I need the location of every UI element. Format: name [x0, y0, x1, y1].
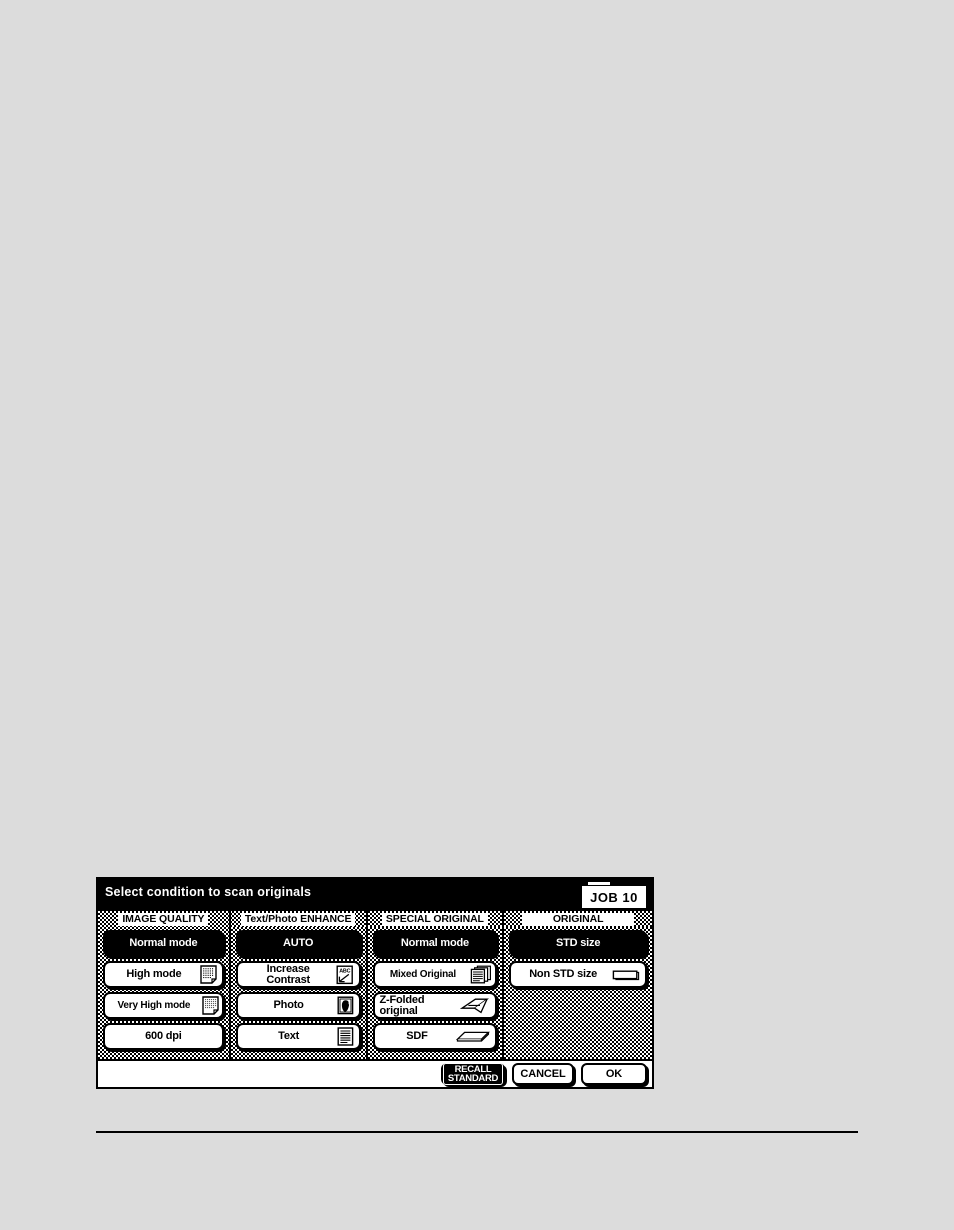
button-text[interactable]: Text [235, 1023, 361, 1050]
rectangle-outline-icon [612, 968, 640, 982]
button-non-std-size[interactable]: Non STD size [509, 961, 647, 988]
ok-button[interactable]: OK [581, 1063, 647, 1085]
increase-contrast-label: Increase Contrast [266, 962, 310, 986]
lined-text-document-icon [337, 1027, 354, 1046]
column-header-image-quality: IMAGE QUALITY [98, 911, 229, 927]
svg-text:ABC: ABC [339, 968, 350, 974]
stacked-documents-icon [470, 965, 492, 984]
single-sheet-icon [456, 1030, 491, 1044]
scan-condition-panel: Select condition to scan originals JOB 1… [96, 877, 654, 1089]
column-header-text-photo-enhance: Text/Photo ENHANCE [231, 911, 366, 927]
button-auto[interactable]: AUTO [235, 930, 361, 957]
column-special-original: Normal mode Mixed Original Z-Folded orig… [368, 927, 503, 1059]
button-std-size[interactable]: STD size [509, 930, 647, 957]
button-normal-mode-image-quality[interactable]: Normal mode [103, 930, 224, 957]
recall-standard-button[interactable]: RECALL STANDARD [441, 1063, 505, 1085]
button-600-dpi[interactable]: 600 dpi [103, 1023, 224, 1050]
column-headers: IMAGE QUALITY Text/Photo ENHANCE SPECIAL… [98, 911, 652, 927]
abc-contrast-document-icon: ABC [336, 965, 354, 985]
photo-portrait-icon [337, 996, 354, 1015]
button-increase-contrast[interactable]: Increase Contrast ABC [235, 961, 361, 988]
column-original: STD size Non STD size [504, 927, 652, 1059]
page-horizontal-rule [96, 1131, 858, 1133]
job-tab-notch [588, 882, 610, 885]
button-sdf[interactable]: SDF [372, 1023, 498, 1050]
option-columns: Normal mode High mode Very High mode 600… [98, 927, 652, 1059]
panel-titlebar: Select condition to scan originals JOB 1… [98, 879, 652, 911]
cancel-button[interactable]: CANCEL [512, 1063, 574, 1085]
job-indicator: JOB 10 [582, 882, 646, 908]
button-normal-mode-special-original[interactable]: Normal mode [372, 930, 498, 957]
panel-footer: RECALL STANDARD CANCEL OK [98, 1059, 652, 1087]
panel-body: IMAGE QUALITY Text/Photo ENHANCE SPECIAL… [98, 911, 652, 1059]
button-photo[interactable]: Photo [235, 992, 361, 1019]
job-number-label: JOB 10 [582, 886, 646, 908]
halftone-document-icon [202, 996, 219, 1015]
z-folded-label: Z-Folded original [379, 993, 425, 1017]
column-image-quality: Normal mode High mode Very High mode 600… [98, 927, 229, 1059]
halftone-document-icon [200, 965, 217, 984]
button-very-high-mode[interactable]: Very High mode [103, 992, 224, 1019]
button-high-mode[interactable]: High mode [103, 961, 224, 988]
column-text-photo-enhance: AUTO Increase Contrast ABC Photo Text [231, 927, 366, 1059]
recall-standard-label: RECALL STANDARD [443, 1063, 503, 1085]
button-z-folded-original[interactable]: Z-Folded original [372, 992, 498, 1019]
column-header-original: ORIGINAL [504, 911, 652, 927]
z-folded-paper-icon [460, 997, 490, 1015]
button-mixed-original[interactable]: Mixed Original [372, 961, 498, 988]
page-title: Select condition to scan originals [105, 885, 312, 899]
column-header-special-original: SPECIAL ORIGINAL [368, 911, 503, 927]
page-canvas: Select condition to scan originals JOB 1… [0, 0, 954, 1230]
